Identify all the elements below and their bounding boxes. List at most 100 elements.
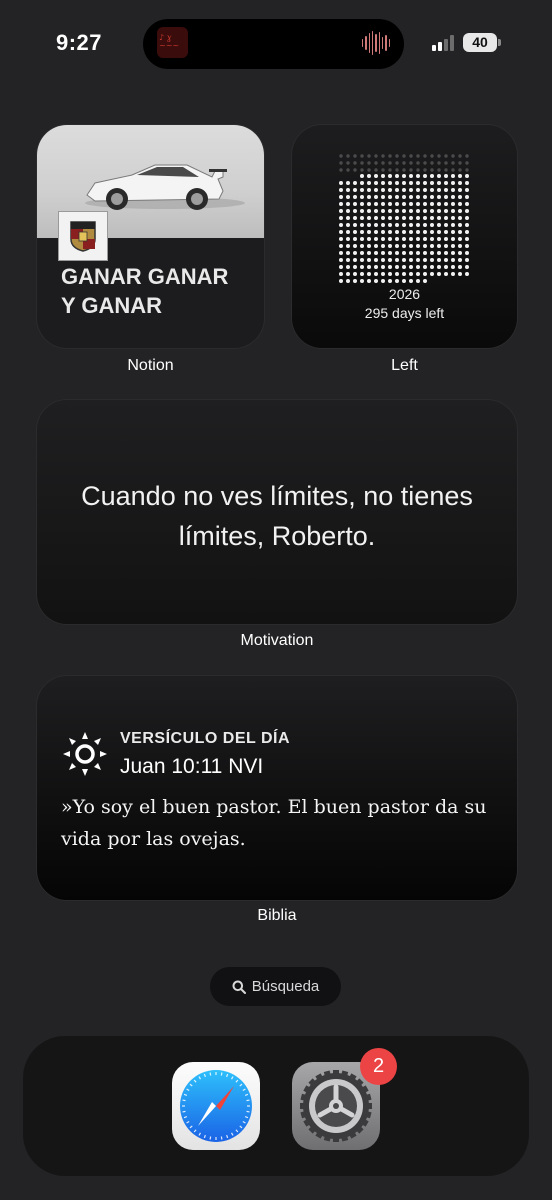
- day-dot-remaining: [430, 251, 434, 255]
- day-dot-remaining: [360, 251, 364, 255]
- day-dot-elapsed: [367, 161, 371, 165]
- day-dot-elapsed: [465, 154, 469, 158]
- day-dot-remaining: [367, 202, 371, 206]
- motivation-quote: Cuando no ves límites, no tienes límites…: [81, 481, 473, 551]
- day-dot-remaining: [465, 272, 469, 276]
- day-dot-remaining: [444, 237, 448, 241]
- day-dot-remaining: [465, 188, 469, 192]
- day-dot-elapsed: [437, 154, 441, 158]
- biblia-widget[interactable]: VERSÍCULO DEL DÍA Juan 10:11 NVI »Yo soy…: [37, 676, 517, 900]
- day-dot-remaining: [395, 230, 399, 234]
- day-dot-remaining: [346, 272, 350, 276]
- spotlight-search-button[interactable]: Búsqueda: [210, 967, 341, 1006]
- day-dot-remaining: [451, 237, 455, 241]
- day-dot-elapsed: [374, 168, 378, 172]
- day-dot-remaining: [402, 279, 406, 283]
- day-dot-remaining: [423, 272, 427, 276]
- day-dot-remaining: [381, 272, 385, 276]
- day-dot-remaining: [458, 244, 462, 248]
- day-dot-remaining: [416, 251, 420, 255]
- day-dot-remaining: [423, 258, 427, 262]
- day-dot-elapsed: [437, 161, 441, 165]
- day-dot-remaining: [374, 251, 378, 255]
- day-dot-remaining: [395, 237, 399, 241]
- day-dot-remaining: [465, 202, 469, 206]
- day-dot-remaining: [367, 209, 371, 213]
- day-dot-remaining: [381, 202, 385, 206]
- day-dot-remaining: [451, 174, 455, 178]
- day-dot-remaining: [353, 265, 357, 269]
- day-dot-elapsed: [374, 161, 378, 165]
- day-dot-remaining: [416, 202, 420, 206]
- day-dot-remaining: [409, 174, 413, 178]
- day-dot-remaining: [346, 202, 350, 206]
- day-dot-remaining: [374, 237, 378, 241]
- day-dot-remaining: [430, 202, 434, 206]
- day-dot-remaining: [423, 244, 427, 248]
- safari-app-icon[interactable]: [172, 1062, 260, 1150]
- day-dot-remaining: [416, 216, 420, 220]
- day-dot-remaining: [388, 174, 392, 178]
- day-dot-remaining: [423, 279, 427, 283]
- notion-widget[interactable]: GANAR GANAR Y GANAR: [37, 125, 264, 348]
- day-dot-remaining: [388, 188, 392, 192]
- day-dot-elapsed: [388, 168, 392, 172]
- day-dot-remaining: [381, 174, 385, 178]
- day-dot-remaining: [409, 188, 413, 192]
- day-dot-remaining: [339, 279, 343, 283]
- day-dot-remaining: [465, 265, 469, 269]
- day-dot-remaining: [451, 272, 455, 276]
- day-dot-elapsed: [339, 168, 343, 172]
- day-dot-remaining: [360, 265, 364, 269]
- day-dot-remaining: [360, 279, 364, 283]
- day-dot-remaining: [402, 181, 406, 185]
- day-dot-remaining: [437, 216, 441, 220]
- day-dot-remaining: [374, 244, 378, 248]
- day-dot-remaining: [444, 209, 448, 213]
- day-dot-remaining: [458, 230, 462, 234]
- day-dot-remaining: [416, 209, 420, 213]
- day-dot-remaining: [451, 230, 455, 234]
- day-dot-remaining: [360, 244, 364, 248]
- left-widget[interactable]: 2026 295 days left: [292, 125, 517, 348]
- day-dot-remaining: [451, 195, 455, 199]
- day-dot-remaining: [367, 244, 371, 248]
- day-dot-remaining: [444, 244, 448, 248]
- day-dot-remaining: [353, 188, 357, 192]
- day-dot-remaining: [437, 237, 441, 241]
- day-dot-remaining: [444, 174, 448, 178]
- day-dot-remaining: [395, 216, 399, 220]
- day-dot-remaining: [374, 181, 378, 185]
- day-dot-remaining: [437, 181, 441, 185]
- days-left-count: 295 days left: [364, 305, 445, 321]
- day-dot-remaining: [423, 223, 427, 227]
- day-dot-remaining: [388, 237, 392, 241]
- day-dot-remaining: [416, 230, 420, 234]
- day-dot-remaining: [437, 251, 441, 255]
- day-dot-remaining: [388, 195, 392, 199]
- day-dot-remaining: [402, 251, 406, 255]
- day-dot-remaining: [451, 216, 455, 220]
- day-dot-remaining: [388, 181, 392, 185]
- days-dots-grid: [339, 174, 469, 283]
- compass-tick: [182, 1099, 186, 1102]
- motivation-widget[interactable]: Cuando no ves límites, no tienes límites…: [37, 400, 517, 624]
- day-dot-remaining: [437, 258, 441, 262]
- day-dot-elapsed: [367, 154, 371, 158]
- day-dot-elapsed: [395, 168, 399, 172]
- day-dot-elapsed: [402, 168, 406, 172]
- day-dot-elapsed: [416, 154, 420, 158]
- day-dot-remaining: [430, 223, 434, 227]
- day-dot-elapsed: [423, 154, 427, 158]
- notion-widget-label: Notion: [127, 357, 174, 374]
- day-dot-remaining: [360, 188, 364, 192]
- day-dot-remaining: [451, 188, 455, 192]
- day-dot-remaining: [367, 230, 371, 234]
- day-dot-remaining: [353, 195, 357, 199]
- day-dot-elapsed: [346, 154, 350, 158]
- day-dot-remaining: [339, 265, 343, 269]
- day-dot-remaining: [388, 216, 392, 220]
- day-dot-remaining: [388, 209, 392, 213]
- day-dot-elapsed: [339, 154, 343, 158]
- day-dot-remaining: [437, 265, 441, 269]
